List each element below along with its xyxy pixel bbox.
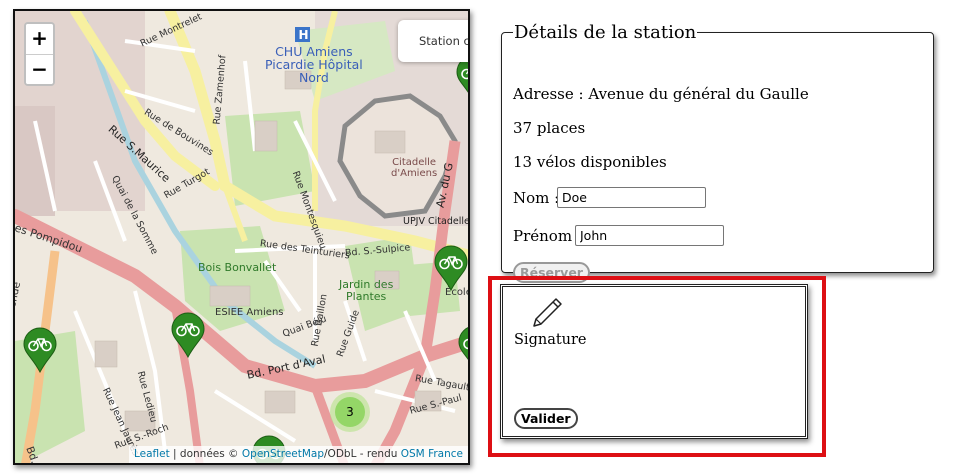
address-value: Avenue du général du Gaulle <box>588 85 809 103</box>
bike-station-marker[interactable] <box>433 245 469 291</box>
map-label-bois: Bois Bonvallet <box>198 261 277 274</box>
signature-pad[interactable]: Signature Valider <box>500 284 808 439</box>
station-overlay-box: Station ch <box>398 20 470 62</box>
station-details-panel: Détails de la station Adresse : Avenue d… <box>501 22 934 283</box>
prenom-input[interactable] <box>575 225 724 246</box>
prenom-label: Prénom : <box>513 227 582 245</box>
signature-label: Signature <box>514 332 587 348</box>
marker-cluster[interactable]: 3 <box>330 392 370 432</box>
map[interactable]: H CHU Amiens Picardie Hôpital Nord Citad… <box>13 9 470 465</box>
cluster-count: 3 <box>335 397 365 427</box>
validate-button[interactable]: Valider <box>514 408 578 429</box>
station-overlay-text: Station ch <box>419 34 470 48</box>
map-label-upjv: UPJV Citadelle <box>403 216 470 227</box>
bike-station-marker[interactable] <box>22 327 58 373</box>
nom-label: Nom : <box>513 189 560 207</box>
address-label: Adresse : <box>513 85 589 103</box>
station-places: 37 places <box>513 119 586 137</box>
station-details-title: Détails de la station <box>514 22 697 43</box>
map-label-hospital: CHU Amiens Picardie Hôpital Nord <box>265 44 363 85</box>
map-label-esiee: ESIEE Amiens <box>215 307 284 318</box>
openstreetmap-link[interactable]: OpenStreetMap <box>242 448 324 460</box>
bike-station-marker[interactable] <box>457 325 470 371</box>
zoom-in-button[interactable]: + <box>26 24 53 54</box>
svg-text:H: H <box>299 28 309 42</box>
map-tiles: H <box>15 11 468 463</box>
zoom-out-button[interactable]: − <box>26 54 53 84</box>
nom-input[interactable] <box>557 187 706 208</box>
attribution-text: | données © <box>169 448 242 460</box>
map-label-jardin: Jardin des Plantes <box>339 278 394 303</box>
zoom-control: + − <box>24 22 55 86</box>
pencil-icon <box>533 298 562 327</box>
bike-station-marker[interactable] <box>170 312 206 358</box>
station-bikes-available: 13 vélos disponibles <box>513 153 667 171</box>
attribution-license: /ODbL - rendu <box>324 448 401 460</box>
osm-france-link[interactable]: OSM France <box>401 448 463 460</box>
leaflet-link[interactable]: Leaflet <box>134 448 170 460</box>
map-attribution: Leaflet | données © OpenStreetMap/ODbL -… <box>128 446 468 463</box>
map-label-citadel: Citadelle d'Amiens <box>391 157 438 179</box>
station-address: Adresse : Avenue du général du Gaulle <box>513 85 809 103</box>
